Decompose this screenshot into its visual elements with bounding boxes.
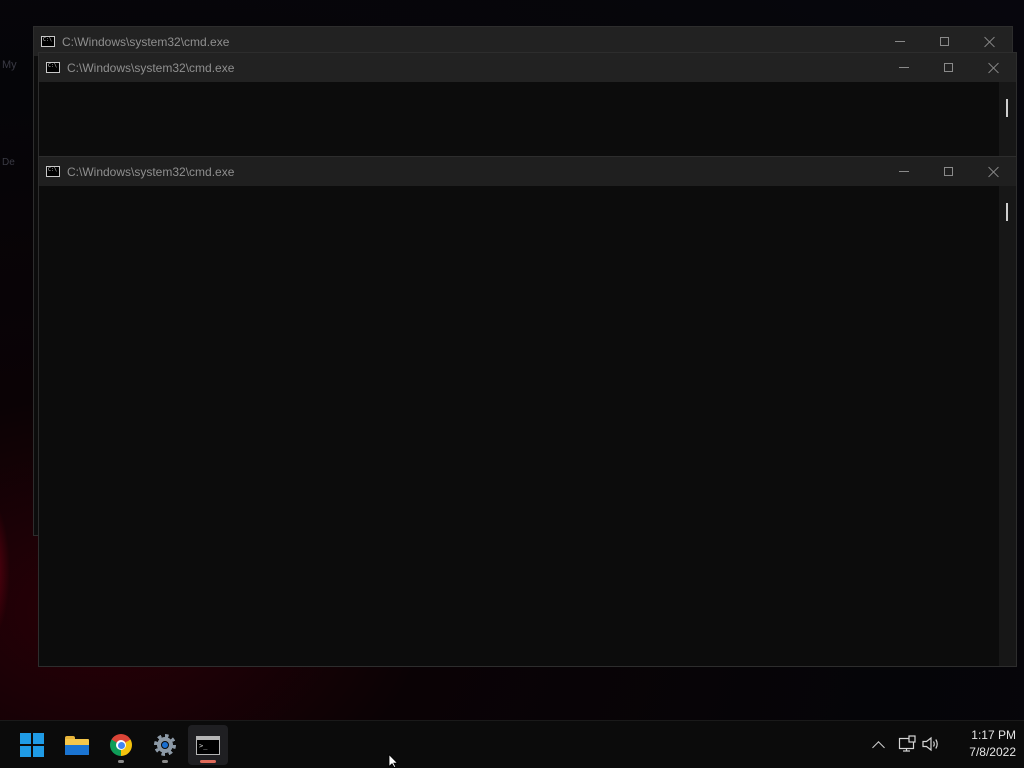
network-icon[interactable]	[898, 735, 916, 753]
taskbar-chrome[interactable]	[101, 725, 141, 765]
folder-icon	[65, 735, 89, 755]
cmd-window-front[interactable]: C:\ C:\Windows\system32\cmd.exe	[38, 156, 1017, 667]
clock-time: 1:17 PM	[971, 728, 1016, 742]
console-output[interactable]	[39, 186, 999, 666]
maximize-icon	[940, 37, 949, 46]
desktop-icon-label[interactable]: My	[2, 59, 17, 71]
show-hidden-icons-button[interactable]	[868, 735, 888, 755]
speaker-icon[interactable]	[921, 735, 941, 753]
chrome-icon	[110, 734, 132, 756]
close-icon	[988, 166, 1000, 178]
maximize-button[interactable]	[926, 53, 971, 82]
active-indicator	[200, 760, 216, 763]
scrollbar-thumb[interactable]	[1006, 203, 1008, 221]
close-icon	[988, 62, 1000, 74]
start-button[interactable]	[12, 725, 52, 765]
cmd-window-middle[interactable]: C:\ C:\Windows\system32\cmd.exe	[38, 52, 1017, 162]
titlebar[interactable]: C:\ C:\Windows\system32\cmd.exe	[39, 157, 1016, 186]
vertical-scrollbar[interactable]	[999, 186, 1016, 666]
maximize-icon	[944, 63, 953, 72]
window-title: C:\Windows\system32\cmd.exe	[67, 60, 235, 75]
maximize-button[interactable]	[926, 157, 971, 186]
minimize-button[interactable]	[881, 53, 926, 82]
taskbar-command-prompt[interactable]: >_	[188, 725, 228, 765]
system-clock[interactable]: 1:17 PM 7/8/2022	[944, 727, 1016, 761]
windows-logo-icon	[20, 733, 44, 757]
close-icon	[984, 36, 996, 48]
mouse-pointer-icon	[388, 754, 399, 768]
running-indicator	[162, 760, 168, 763]
window-title: C:\Windows\system32\cmd.exe	[67, 164, 235, 179]
gear-icon	[154, 734, 176, 756]
wallpaper-glow	[0, 500, 10, 640]
vertical-scrollbar[interactable]	[999, 82, 1016, 161]
scrollbar-thumb[interactable]	[1006, 99, 1008, 117]
titlebar[interactable]: C:\ C:\Windows\system32\cmd.exe	[39, 53, 1016, 82]
chevron-up-icon	[871, 741, 885, 754]
maximize-icon	[944, 167, 953, 176]
desktop-icon-label[interactable]: De	[2, 157, 15, 168]
cmd-app-icon: C:\	[41, 36, 55, 47]
clock-date: 7/8/2022	[969, 745, 1016, 759]
taskbar: >_ 1:17 PM 7/8/2022	[0, 720, 1024, 768]
minimize-icon	[894, 41, 905, 42]
minimize-button[interactable]	[881, 157, 926, 186]
minimize-icon	[898, 67, 909, 68]
cmd-app-icon: C:\	[46, 166, 60, 177]
cmd-app-icon: C:\	[46, 62, 60, 73]
close-button[interactable]	[971, 157, 1016, 186]
minimize-icon	[898, 171, 909, 172]
window-title: C:\Windows\system32\cmd.exe	[62, 34, 230, 49]
taskbar-file-explorer[interactable]	[57, 725, 97, 765]
taskbar-settings[interactable]	[145, 725, 185, 765]
terminal-icon: >_	[196, 735, 220, 755]
close-button[interactable]	[971, 53, 1016, 82]
console-output[interactable]	[39, 82, 999, 161]
running-indicator	[118, 760, 124, 763]
